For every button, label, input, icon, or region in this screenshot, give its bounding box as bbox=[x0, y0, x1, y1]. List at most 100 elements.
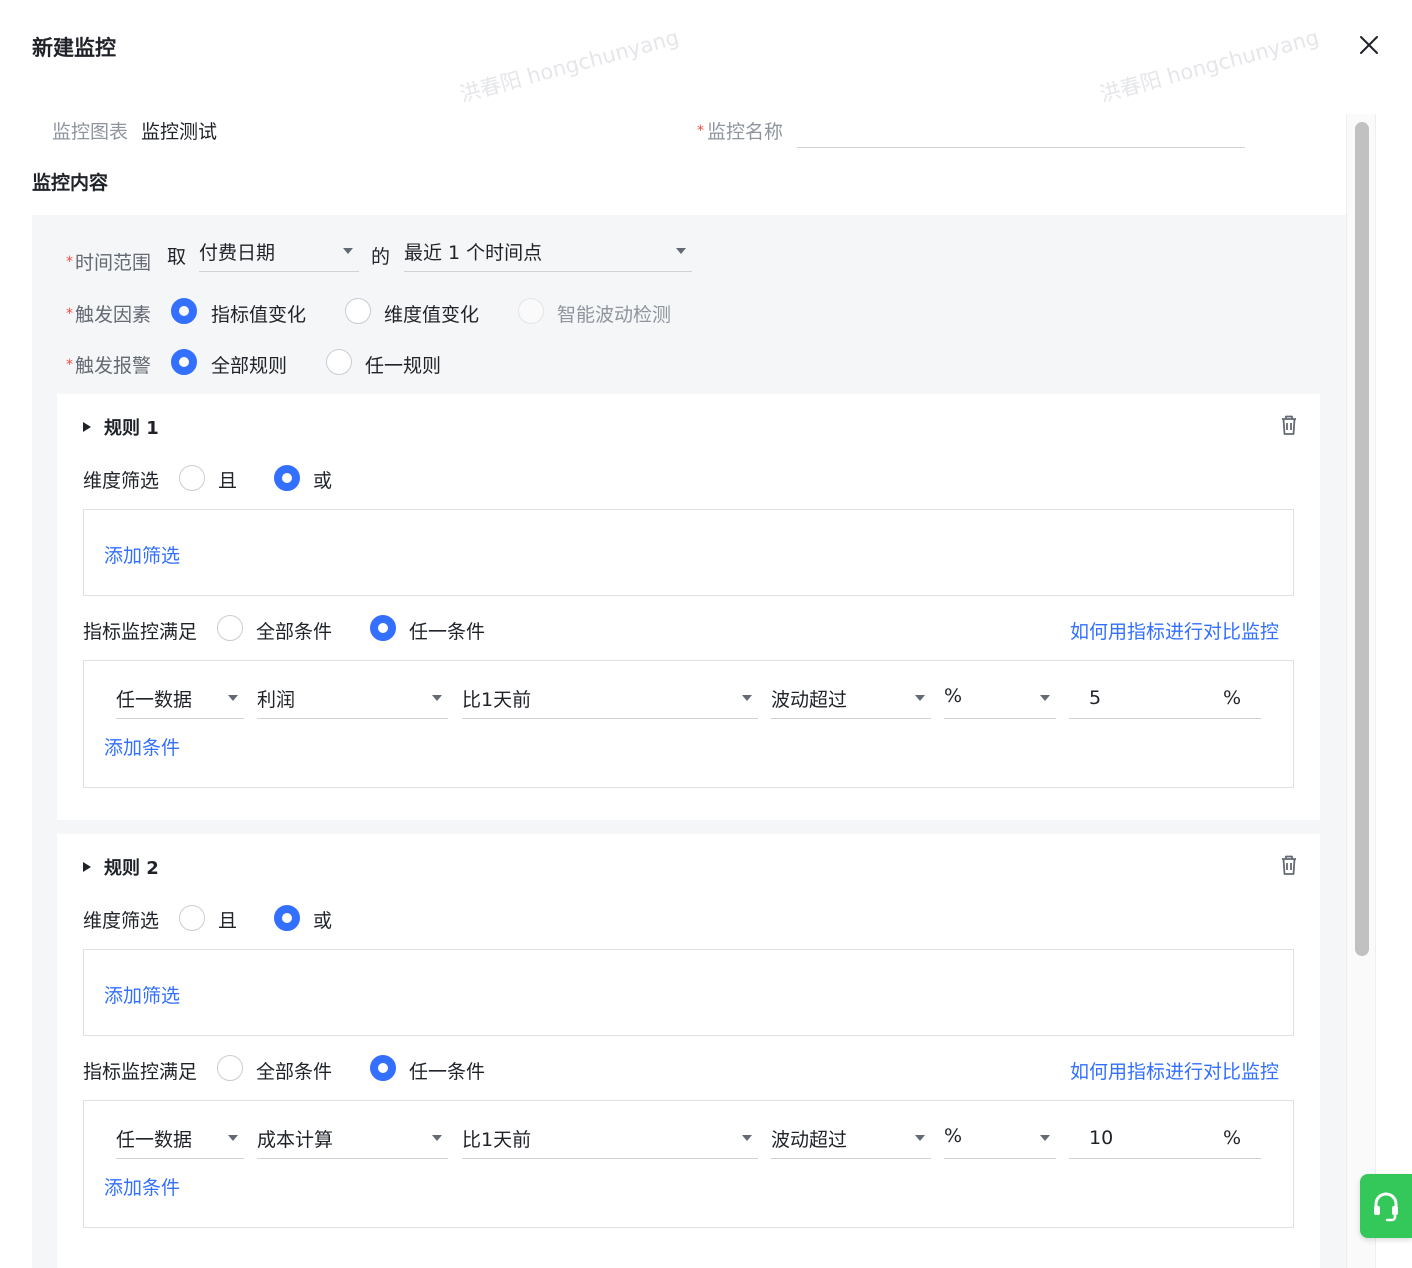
caret-down-icon bbox=[228, 695, 238, 701]
metric-value: 成本计算 bbox=[257, 1129, 334, 1151]
caret-down-icon bbox=[742, 695, 752, 701]
any-condition-label: 任一条件 bbox=[409, 621, 486, 643]
help-compare-link[interactable]: 如何用指标进行对比监控 bbox=[1070, 617, 1279, 644]
rule-card: 规则 1 维度筛选 且 或 添加筛选 指标监控满足 全部条件 任一条件 如何用指… bbox=[57, 394, 1320, 820]
help-compare-link[interactable]: 如何用指标进行对比监控 bbox=[1070, 1057, 1279, 1084]
unit-select-value: % bbox=[944, 685, 963, 707]
operator-value: 波动超过 bbox=[771, 689, 848, 711]
trigger-alert-label: * 触发报警 bbox=[66, 355, 152, 377]
unit-select[interactable]: % bbox=[944, 1121, 1056, 1159]
radio-or[interactable] bbox=[274, 905, 300, 931]
trigger-factor-label: * 触发因素 bbox=[66, 304, 152, 326]
compare-select[interactable]: 比1天前 bbox=[462, 1121, 758, 1159]
metric-value: 利润 bbox=[257, 689, 296, 711]
condition-box: 任一数据 成本计算 比1天前 波动超过 % 10 % 添加条件 bbox=[83, 1100, 1294, 1228]
chart-value: 监控测试 bbox=[141, 121, 218, 143]
radio-and[interactable] bbox=[179, 465, 205, 491]
caret-down-icon bbox=[432, 695, 442, 701]
radio-any-condition[interactable] bbox=[370, 1055, 396, 1081]
caret-down-icon bbox=[915, 695, 925, 701]
threshold-value: 5 bbox=[1089, 687, 1102, 709]
caret-down-icon bbox=[742, 1135, 752, 1141]
rule-header[interactable]: 规则 2 bbox=[83, 854, 159, 880]
scope-value: 任一数据 bbox=[116, 689, 193, 711]
radio-all-rules[interactable] bbox=[171, 349, 197, 375]
radio-all-conditions[interactable] bbox=[217, 615, 243, 641]
add-condition-link[interactable]: 添加条件 bbox=[104, 733, 180, 760]
customer-service-button[interactable] bbox=[1360, 1174, 1412, 1238]
radio-metric-change[interactable] bbox=[171, 298, 197, 324]
dimension-change-label: 维度值变化 bbox=[384, 304, 480, 326]
monitor-name-label: * 监控名称 bbox=[697, 121, 784, 143]
unit-select-value: % bbox=[944, 1125, 963, 1147]
smart-detection-label: 智能波动检测 bbox=[557, 304, 672, 326]
metric-condition-label: 指标监控满足 bbox=[83, 1061, 198, 1083]
filter-box: 添加筛选 bbox=[83, 949, 1294, 1036]
caret-down-icon bbox=[343, 248, 353, 254]
compare-value: 比1天前 bbox=[462, 1129, 532, 1151]
section-title: 监控内容 bbox=[32, 172, 109, 194]
close-icon[interactable] bbox=[1356, 32, 1382, 58]
all-conditions-label: 全部条件 bbox=[256, 621, 333, 643]
radio-any-condition[interactable] bbox=[370, 615, 396, 641]
date-field-select[interactable]: 付费日期 bbox=[199, 234, 359, 272]
threshold-input[interactable]: 10 % bbox=[1069, 1121, 1261, 1159]
scrollbar[interactable] bbox=[1346, 114, 1376, 1268]
threshold-unit: % bbox=[1222, 687, 1241, 709]
take-text: 取 bbox=[167, 246, 187, 268]
all-rules-label: 全部规则 bbox=[211, 355, 288, 377]
watermark: 洪春阳 hongchunyang bbox=[457, 25, 682, 107]
add-filter-link[interactable]: 添加筛选 bbox=[104, 981, 180, 1008]
caret-down-icon bbox=[676, 248, 686, 254]
metric-change-label: 指标值变化 bbox=[211, 304, 307, 326]
operator-select[interactable]: 波动超过 bbox=[771, 1121, 931, 1159]
radio-any-rule[interactable] bbox=[326, 349, 352, 375]
scrollbar-thumb[interactable] bbox=[1355, 122, 1369, 956]
rule-header[interactable]: 规则 1 bbox=[83, 414, 159, 440]
compare-select[interactable]: 比1天前 bbox=[462, 681, 758, 719]
and-label: 且 bbox=[218, 470, 238, 492]
trash-icon[interactable] bbox=[1279, 854, 1299, 876]
metric-select[interactable]: 成本计算 bbox=[257, 1121, 448, 1159]
expand-triangle-icon[interactable] bbox=[83, 862, 91, 872]
chart-label: 监控图表 bbox=[52, 121, 129, 143]
radio-and[interactable] bbox=[179, 905, 205, 931]
monitor-name-input[interactable] bbox=[797, 116, 1245, 148]
period-select[interactable]: 最近 1 个时间点 bbox=[404, 234, 692, 272]
any-condition-label: 任一条件 bbox=[409, 1061, 486, 1083]
watermark: 洪春阳 hongchunyang bbox=[1097, 25, 1322, 107]
or-label: 或 bbox=[313, 470, 333, 492]
caret-down-icon bbox=[228, 1135, 238, 1141]
caret-down-icon bbox=[915, 1135, 925, 1141]
operator-value: 波动超过 bbox=[771, 1129, 848, 1151]
scope-select[interactable]: 任一数据 bbox=[116, 1121, 244, 1159]
trash-icon[interactable] bbox=[1279, 414, 1299, 436]
caret-down-icon bbox=[1040, 1135, 1050, 1141]
radio-or[interactable] bbox=[274, 465, 300, 491]
threshold-value: 10 bbox=[1089, 1127, 1114, 1149]
threshold-unit: % bbox=[1222, 1127, 1241, 1149]
compare-value: 比1天前 bbox=[462, 689, 532, 711]
scope-select[interactable]: 任一数据 bbox=[116, 681, 244, 719]
metric-select[interactable]: 利润 bbox=[257, 681, 448, 719]
headset-icon bbox=[1374, 1192, 1398, 1222]
metric-condition-label: 指标监控满足 bbox=[83, 621, 198, 643]
time-range-label: * 时间范围 bbox=[66, 252, 152, 274]
radio-all-conditions[interactable] bbox=[217, 1055, 243, 1081]
or-label: 或 bbox=[313, 910, 333, 932]
expand-triangle-icon[interactable] bbox=[83, 422, 91, 432]
period-value: 最近 1 个时间点 bbox=[404, 242, 543, 264]
caret-down-icon bbox=[1040, 695, 1050, 701]
of-text: 的 bbox=[371, 246, 391, 268]
add-filter-link[interactable]: 添加筛选 bbox=[104, 541, 180, 568]
all-conditions-label: 全部条件 bbox=[256, 1061, 333, 1083]
dim-filter-label: 维度筛选 bbox=[83, 470, 160, 492]
dialog-title: 新建监控 bbox=[32, 36, 116, 60]
operator-select[interactable]: 波动超过 bbox=[771, 681, 931, 719]
unit-select[interactable]: % bbox=[944, 681, 1056, 719]
radio-dimension-change[interactable] bbox=[345, 298, 371, 324]
add-condition-link[interactable]: 添加条件 bbox=[104, 1173, 180, 1200]
threshold-input[interactable]: 5 % bbox=[1069, 681, 1261, 719]
radio-smart-detection[interactable] bbox=[518, 298, 544, 324]
rule-card: 规则 2 维度筛选 且 或 添加筛选 指标监控满足 全部条件 任一条件 如何用指… bbox=[57, 834, 1320, 1268]
